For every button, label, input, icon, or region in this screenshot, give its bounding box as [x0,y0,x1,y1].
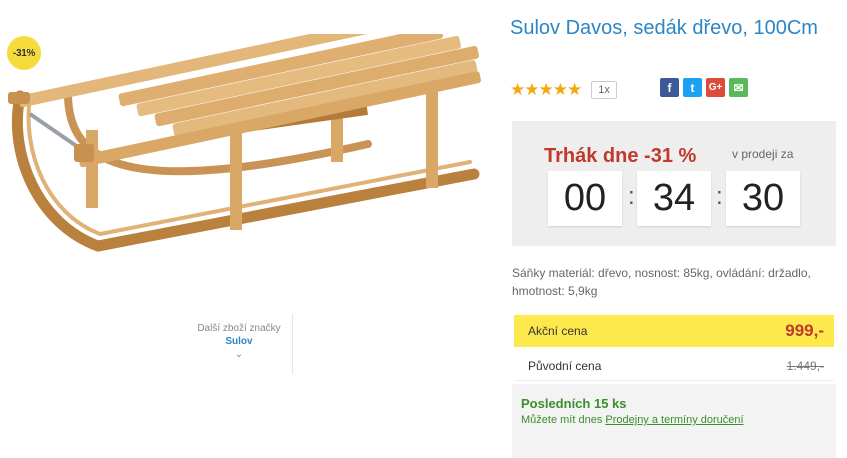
rating-count[interactable]: 1x [591,81,617,99]
deal-of-the-day: Trhák dne -31 % v prodeji za 00 : 34 : 3… [512,121,836,246]
product-gallery: -31% Další zboží značky Sulov ⌄ [0,0,500,458]
original-price-label: Původní cena [528,358,602,373]
stock-info: Posledních 15 ks Můžete mít dnes Prodejn… [512,384,836,458]
stock-text: Můžete mít dnes [521,414,603,426]
product-rating[interactable]: ★★★★★ 1x [510,80,617,100]
product-info: Sulov Davos, sedák dřevo, 100Cm ★★★★★ 1x… [500,0,847,458]
discount-badge: -31% [7,36,41,70]
brand-label: Další zboží značky [197,323,281,334]
sale-price-label: Akční cena [528,324,588,338]
product-description: Sáňky materiál: dřevo, nosnost: 85kg, ov… [512,266,811,298]
countdown-seconds: 30 [726,171,800,226]
countdown-separator: : [628,183,635,210]
countdown-minutes: 34 [637,171,711,226]
stock-title: Posledních 15 ks [521,396,627,411]
sale-price: 999,- [785,321,824,340]
divider [292,314,293,374]
email-icon[interactable]: ✉ [729,78,748,97]
sale-price-row: Akční cena 999,- [514,315,834,347]
social-share: f t G+ ✉ [660,78,748,97]
product-image[interactable] [8,34,483,266]
chevron-down-icon[interactable]: ⌄ [186,348,292,361]
googleplus-icon[interactable]: G+ [706,78,725,97]
brand-name[interactable]: Sulov [186,335,292,348]
deal-subtitle: v prodeji za [732,147,794,161]
countdown-separator: : [716,183,723,210]
stock-availability: Můžete mít dnes Prodejny a termíny doruč… [521,414,744,426]
original-price: 1.449,- [786,358,824,373]
countdown-hours: 00 [548,171,622,226]
deal-title: Trhák dne -31 % [544,145,697,167]
facebook-icon[interactable]: f [660,78,679,97]
original-price-row: Původní cena 1.449,- [514,351,834,381]
product-title: Sulov Davos, sedák dřevo, 100Cm [510,17,818,39]
brand-link[interactable]: Další zboží značky Sulov ⌄ [186,322,292,361]
twitter-icon[interactable]: t [683,78,702,97]
delivery-link[interactable]: Prodejny a termíny doručení [605,414,743,426]
star-rating-icon: ★★★★★ [510,80,582,99]
